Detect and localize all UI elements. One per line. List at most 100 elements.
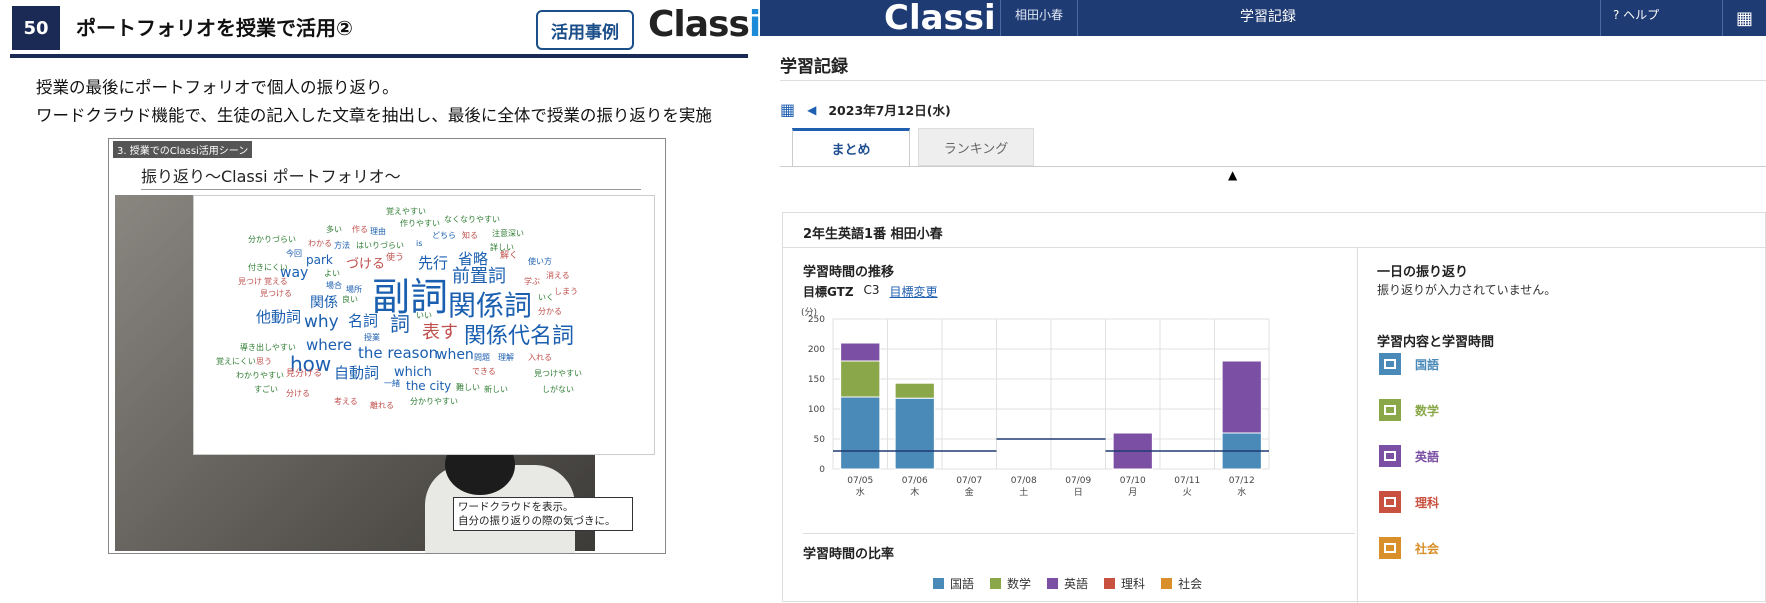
app-logo[interactable]: Classi [884, 0, 996, 38]
word-cloud-term: 他動詞 [256, 308, 302, 326]
word-cloud-term: 付きにくい [248, 263, 288, 272]
bar-segment-英語 [840, 342, 881, 362]
subject-label: 社会 [1415, 541, 1440, 556]
embedded-slide-tag: 3. 授業でのClassi活用シーン [113, 141, 253, 158]
word-cloud-term: 見分ける [286, 369, 323, 379]
tab-summary[interactable]: まとめ [792, 128, 910, 166]
header-title: 学習記録 [1240, 9, 1296, 25]
word-cloud-term: すごい [254, 385, 278, 394]
legend-label: 理科 [1121, 577, 1146, 591]
x-tick-label: 07/10 [1120, 476, 1146, 486]
word-cloud-term: わかりやすい [236, 371, 284, 380]
calendar-icon[interactable]: ▦ [780, 100, 795, 119]
current-date: 2023年7月12日(水) [828, 103, 951, 118]
word-cloud-term: 作る [352, 225, 368, 234]
student-name: 2年生英語1番 相田小春 [803, 227, 943, 242]
word-cloud-term: 分かりづらい [248, 235, 296, 244]
legend-swatch [990, 578, 1002, 589]
word-cloud-term: 覚える [264, 277, 288, 286]
word-cloud-term: 場合 [326, 281, 342, 290]
word-cloud-term: 思う [256, 357, 272, 366]
word-cloud-term: 導き出しやすい [240, 343, 296, 352]
heading-divider [780, 80, 1766, 81]
previous-day-icon[interactable]: ◀ [807, 103, 816, 117]
app-panel: Classi 相田小春 学習記録 ? ヘルプ ▦ 学習記録 ▦ ◀ 2023年7… [760, 0, 1766, 603]
study-time-chart: (分)05010015020025007/05水07/06木07/07金07/0… [801, 307, 1270, 498]
word-cloud-term: 分かりやすい [410, 397, 458, 406]
word-cloud-term: しまう [554, 287, 578, 296]
word-cloud-term: the city [406, 379, 452, 393]
subject-icon [1379, 537, 1401, 559]
x-tick-weekday: 土 [1019, 486, 1028, 498]
word-cloud-term: when [436, 347, 474, 363]
x-tick-weekday: 水 [856, 486, 865, 498]
word-cloud-term: is [416, 239, 423, 248]
top-navigation-bar: Classi 相田小春 学習記録 ? ヘルプ ▦ [760, 0, 1766, 38]
daily-reflection-empty: 振り返りが入力されていません。 [1377, 283, 1557, 297]
word-cloud-term: 自動詞 [334, 364, 380, 382]
app-menu-grid-icon[interactable]: ▦ [1722, 0, 1766, 36]
word-cloud-term: はいりづらい [356, 241, 404, 250]
y-tick-label: 100 [808, 405, 825, 415]
trend-heading: 学習時間の推移 [803, 265, 895, 280]
bar-segment-国語 [840, 396, 881, 470]
tab-ranking[interactable]: ランキング [918, 128, 1034, 166]
word-cloud-term: なくなりやすい [444, 215, 500, 224]
word-cloud-term: よい [324, 269, 340, 278]
title-divider [10, 54, 748, 58]
word-cloud-term: 離れる [370, 401, 394, 410]
legend-item: 社会 [1161, 575, 1202, 592]
word-cloud-term: 新しい [484, 385, 508, 394]
student-record-card: 2年生英語1番 相田小春 学習時間の推移 目標GTZ C3 目標変更 (分) 0 5… [782, 212, 1766, 603]
word-cloud-term: 詞 [390, 312, 410, 336]
word-cloud-term: 消える [546, 271, 570, 280]
caption-line-2: 自分の振り返りの際の気づきに。 [458, 515, 616, 528]
subject-icon [1379, 445, 1401, 467]
word-cloud-term: 多い [326, 225, 342, 234]
subject-item[interactable]: 国語 [1379, 353, 1439, 375]
x-tick-label: 07/06 [902, 476, 928, 486]
date-selector: ▦ ◀ 2023年7月12日(水) [780, 100, 951, 119]
slide-description-line-2: ワードクラウド機能で、生徒の記入した文章を抽出し、最後に全体で授業の振り返りを実… [36, 106, 712, 125]
user-name[interactable]: 相田小春 [1000, 0, 1079, 36]
tab-divider [780, 166, 1766, 167]
slide-panel: 50 ポートフォリオを授業で活用② 活用事例 Classi 授業の最後にポートフ… [0, 0, 761, 602]
case-label: 活用事例 [536, 10, 634, 50]
bar-segment-数学 [894, 382, 935, 399]
word-cloud-term: 授業 [364, 333, 380, 342]
subject-item[interactable]: 数学 [1379, 399, 1439, 421]
word-cloud-term: 見つけやすい [534, 369, 582, 378]
slide-title: ポートフォリオを授業で活用② [76, 16, 353, 40]
page-heading: 学習記録 [780, 57, 848, 77]
legend-swatch [1047, 578, 1059, 589]
word-cloud-term: the reason [358, 344, 439, 362]
y-tick-label: 150 [808, 375, 825, 385]
word-cloud-term: 先行 [418, 254, 449, 272]
word-cloud-term: 良い [342, 295, 358, 304]
word-cloud-term: 考える [334, 397, 358, 406]
x-tick-weekday: 水 [1237, 486, 1246, 498]
legend-item: 理科 [1104, 575, 1145, 592]
legend-swatch [1161, 578, 1173, 589]
photo-caption: ワードクラウドを表示。 自分の振り返りの際の気づきに。 [453, 497, 633, 531]
word-cloud-term: 難しい [456, 383, 480, 392]
column-divider [1357, 248, 1358, 603]
word-cloud-term: 見つける [260, 289, 292, 298]
subject-item[interactable]: 理科 [1379, 491, 1439, 513]
bar-segment-英語 [1221, 360, 1262, 434]
help-link[interactable]: ? ヘルプ [1600, 0, 1671, 36]
subject-item[interactable]: 社会 [1379, 537, 1439, 559]
legend-item: 数学 [990, 575, 1031, 592]
word-cloud-term: 作りやすい [400, 219, 440, 228]
subject-label: 理科 [1415, 495, 1440, 510]
word-cloud-term: 分ける [286, 389, 310, 398]
word-cloud-term: where [306, 336, 353, 354]
subject-item[interactable]: 英語 [1379, 445, 1439, 467]
word-cloud-term: づける [346, 257, 386, 272]
chart-divider [803, 533, 1355, 534]
word-cloud: 副詞 関係詞 関係代名詞 表す詞前置詞 省略 先行 づける why 名詞 他動詞 関係 way park… [193, 195, 655, 455]
change-goal-link[interactable]: 目標変更 [890, 283, 938, 300]
subject-legend: 国語 数学 英語 理科 社会 [933, 575, 1202, 592]
goal-value: C3 [863, 283, 880, 297]
y-tick-label: 0 [819, 465, 825, 475]
